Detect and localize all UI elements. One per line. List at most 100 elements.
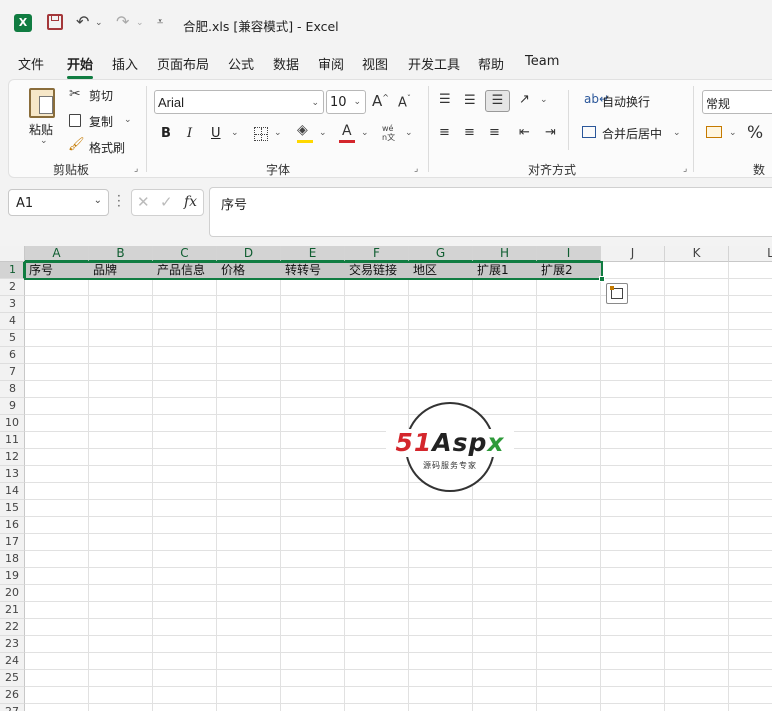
row-header-6[interactable]: 6 <box>0 347 25 364</box>
align-right-icon[interactable]: ≡ <box>489 125 500 140</box>
paste-dropdown-icon[interactable]: ⌄ <box>40 136 48 146</box>
accounting-dropdown-icon[interactable]: ⌄ <box>729 128 737 138</box>
phonetic-dropdown-icon[interactable]: ⌄ <box>405 128 413 138</box>
alignment-launcher-icon[interactable]: ⌟ <box>683 164 687 174</box>
row-header-9[interactable]: 9 <box>0 398 25 415</box>
worksheet-grid[interactable]: ABCDEFGHIJKL 1 2 3 4 5 6 7 8 9 10 11 12 13 14 15 16 17 18… <box>0 246 772 711</box>
format-painter-button[interactable]: 格式刷 <box>89 139 125 156</box>
orientation-icon[interactable]: ↗ <box>519 92 530 107</box>
font-size-select[interactable]: 10 ⌄ <box>326 90 366 114</box>
row-header-10[interactable]: 10 <box>0 415 25 432</box>
decrease-font-size-icon[interactable]: Aˇ <box>398 94 411 110</box>
undo-dropdown-icon[interactable]: ⌄ <box>95 18 103 28</box>
percent-button[interactable]: % <box>747 123 763 143</box>
tab-help[interactable]: 帮助 <box>478 54 504 73</box>
customize-qat-icon[interactable]: ⩡ <box>157 15 163 29</box>
column-header-d[interactable]: D <box>217 246 281 262</box>
tab-data[interactable]: 数据 <box>273 54 299 73</box>
font-launcher-icon[interactable]: ⌟ <box>414 164 418 174</box>
row-header-20[interactable]: 20 <box>0 585 25 602</box>
tab-review[interactable]: 审阅 <box>318 54 344 73</box>
number-format-select[interactable]: 常规 <box>702 90 772 114</box>
row-header-17[interactable]: 17 <box>0 534 25 551</box>
merge-center-dropdown-icon[interactable]: ⌄ <box>673 128 681 138</box>
row-header-27[interactable]: 27 <box>0 704 25 711</box>
accounting-format-icon[interactable] <box>706 126 722 138</box>
row-header-14[interactable]: 14 <box>0 483 25 500</box>
name-box[interactable]: A1 ⌄ <box>8 189 109 216</box>
wrap-text-button[interactable]: 自动换行 <box>602 93 650 110</box>
clipboard-launcher-icon[interactable]: ⌟ <box>134 164 138 174</box>
row-header-1[interactable]: 1 <box>0 262 25 279</box>
row-header-7[interactable]: 7 <box>0 364 25 381</box>
row-header-4[interactable]: 4 <box>0 313 25 330</box>
copy-dropdown-icon[interactable]: ⌄ <box>124 115 132 125</box>
increase-indent-icon[interactable]: ⇥ <box>545 125 556 140</box>
tab-team[interactable]: Team <box>525 54 559 69</box>
tab-developer[interactable]: 开发工具 <box>408 54 460 73</box>
tab-file[interactable]: 文件 <box>18 54 44 73</box>
align-left-icon[interactable]: ≡ <box>439 125 450 140</box>
borders-dropdown-icon[interactable]: ⌄ <box>274 128 282 138</box>
column-header-f[interactable]: F <box>345 246 409 262</box>
paste-icon[interactable] <box>29 88 55 118</box>
font-name-select[interactable]: Arial ⌄ <box>154 90 324 114</box>
column-header-h[interactable]: H <box>473 246 537 262</box>
row-header-16[interactable]: 16 <box>0 517 25 534</box>
borders-icon[interactable] <box>254 127 268 141</box>
row-header-18[interactable]: 18 <box>0 551 25 568</box>
tab-home[interactable]: 开始 <box>67 54 94 79</box>
orientation-dropdown-icon[interactable]: ⌄ <box>540 95 548 105</box>
redo-icon[interactable]: ↷ <box>116 12 129 31</box>
insert-function-button[interactable]: fx <box>184 194 197 210</box>
save-icon[interactable] <box>47 14 63 30</box>
row-header-15[interactable]: 15 <box>0 500 25 517</box>
underline-dropdown-icon[interactable]: ⌄ <box>231 128 239 138</box>
row-header-12[interactable]: 12 <box>0 449 25 466</box>
column-header-g[interactable]: G <box>409 246 473 262</box>
decrease-indent-icon[interactable]: ⇤ <box>519 125 530 140</box>
row-header-25[interactable]: 25 <box>0 670 25 687</box>
row-header-23[interactable]: 23 <box>0 636 25 653</box>
increase-font-size-icon[interactable]: A^ <box>372 92 389 110</box>
tab-formulas[interactable]: 公式 <box>228 54 254 73</box>
italic-button[interactable]: I <box>187 126 192 141</box>
formula-input[interactable]: 序号 <box>209 187 772 237</box>
copy-button[interactable]: 复制 <box>89 113 113 130</box>
redo-dropdown-icon[interactable]: ⌄ <box>136 18 144 28</box>
align-bottom-icon[interactable]: ☰ <box>485 90 510 112</box>
enter-icon[interactable]: ✓ <box>160 193 173 211</box>
tab-insert[interactable]: 插入 <box>112 54 138 73</box>
undo-icon[interactable]: ↶ <box>76 12 89 31</box>
row-header-3[interactable]: 3 <box>0 296 25 313</box>
column-header-i[interactable]: I <box>537 246 601 262</box>
column-header-a[interactable]: A <box>25 246 89 262</box>
fill-handle[interactable] <box>599 276 605 282</box>
row-header-13[interactable]: 13 <box>0 466 25 483</box>
copy-icon[interactable] <box>69 114 81 127</box>
align-center-icon[interactable]: ≡ <box>464 125 475 140</box>
column-header-b[interactable]: B <box>89 246 153 262</box>
merge-center-icon[interactable] <box>582 126 596 138</box>
column-header-l[interactable]: L <box>729 246 772 262</box>
select-all-corner[interactable] <box>0 246 25 262</box>
align-top-icon[interactable]: ☰ <box>439 92 451 107</box>
phonetic-guide-button[interactable]: wén文 <box>382 124 398 142</box>
more-options-icon[interactable]: · · · <box>117 190 121 212</box>
font-color-button[interactable]: A <box>342 123 352 139</box>
row-header-11[interactable]: 11 <box>0 432 25 449</box>
row-header-26[interactable]: 26 <box>0 687 25 704</box>
row-header-5[interactable]: 5 <box>0 330 25 347</box>
font-color-dropdown-icon[interactable]: ⌄ <box>361 128 369 138</box>
underline-button[interactable]: U <box>211 126 221 141</box>
quick-analysis-icon[interactable] <box>606 283 628 304</box>
row-header-21[interactable]: 21 <box>0 602 25 619</box>
row-header-2[interactable]: 2 <box>0 279 25 296</box>
cut-button[interactable]: 剪切 <box>89 87 113 104</box>
align-middle-icon[interactable]: ☰ <box>464 93 476 108</box>
cut-icon[interactable]: ✂ <box>69 86 81 102</box>
row-header-19[interactable]: 19 <box>0 568 25 585</box>
tab-view[interactable]: 视图 <box>362 54 388 73</box>
row-header-8[interactable]: 8 <box>0 381 25 398</box>
fill-color-icon[interactable]: ◈ <box>297 122 308 138</box>
